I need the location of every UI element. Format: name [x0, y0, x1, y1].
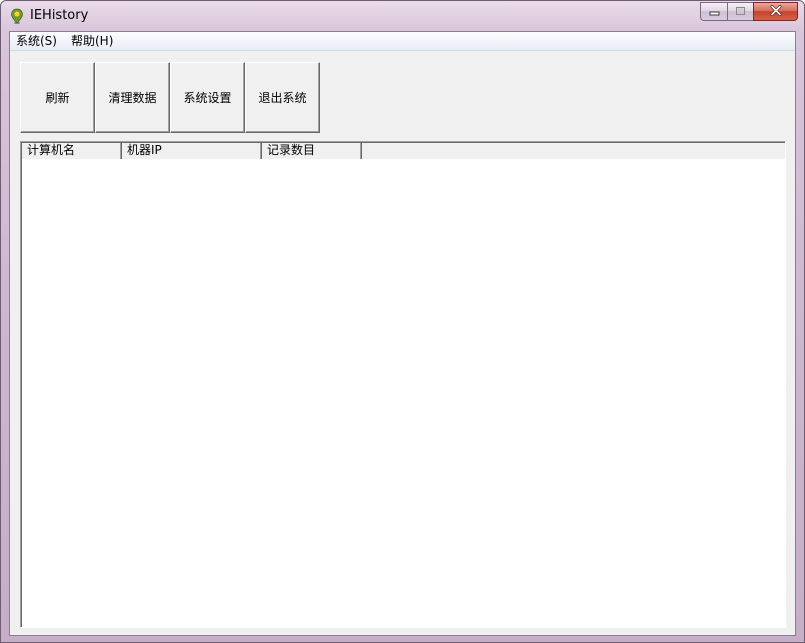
menu-system[interactable]: 系统(S)	[10, 32, 64, 50]
refresh-button[interactable]: 刷新	[20, 62, 95, 133]
column-header-empty	[362, 143, 785, 159]
system-settings-button[interactable]: 系统设置	[170, 62, 245, 133]
column-header-computer-name[interactable]: 计算机名	[22, 143, 122, 159]
maximize-icon	[735, 5, 746, 19]
clear-data-button[interactable]: 清理数据	[95, 62, 170, 133]
column-header-record-count[interactable]: 记录数目	[262, 143, 362, 159]
close-icon	[770, 4, 782, 19]
column-header-machine-ip[interactable]: 机器IP	[122, 143, 262, 159]
title-bar[interactable]: IEHistory	[1, 1, 804, 31]
caption-buttons	[700, 2, 798, 21]
maximize-button[interactable]	[727, 2, 753, 21]
ie-history-pin-icon	[10, 8, 24, 24]
exit-system-button[interactable]: 退出系统	[245, 62, 320, 133]
list-body[interactable]	[22, 160, 785, 626]
minimize-button[interactable]	[700, 2, 727, 21]
list-header: 计算机名 机器IP 记录数目	[22, 143, 785, 159]
client-area: 系统(S) 帮助(H) 刷新 清理数据 系统设置 退出系统 计算机名 机器IP …	[9, 31, 796, 636]
window-title: IEHistory	[30, 8, 89, 23]
menu-help[interactable]: 帮助(H)	[64, 32, 120, 50]
minimize-icon	[709, 5, 720, 19]
menu-bar: 系统(S) 帮助(H)	[10, 32, 795, 51]
toolbar: 刷新 清理数据 系统设置 退出系统	[20, 62, 320, 133]
computer-list[interactable]: 计算机名 机器IP 记录数目	[20, 141, 786, 628]
app-window: IEHistory 系统(S) 帮助(H) 刷新 清理数据 系统设置 退出系统 …	[0, 0, 805, 643]
close-button[interactable]	[753, 2, 798, 21]
